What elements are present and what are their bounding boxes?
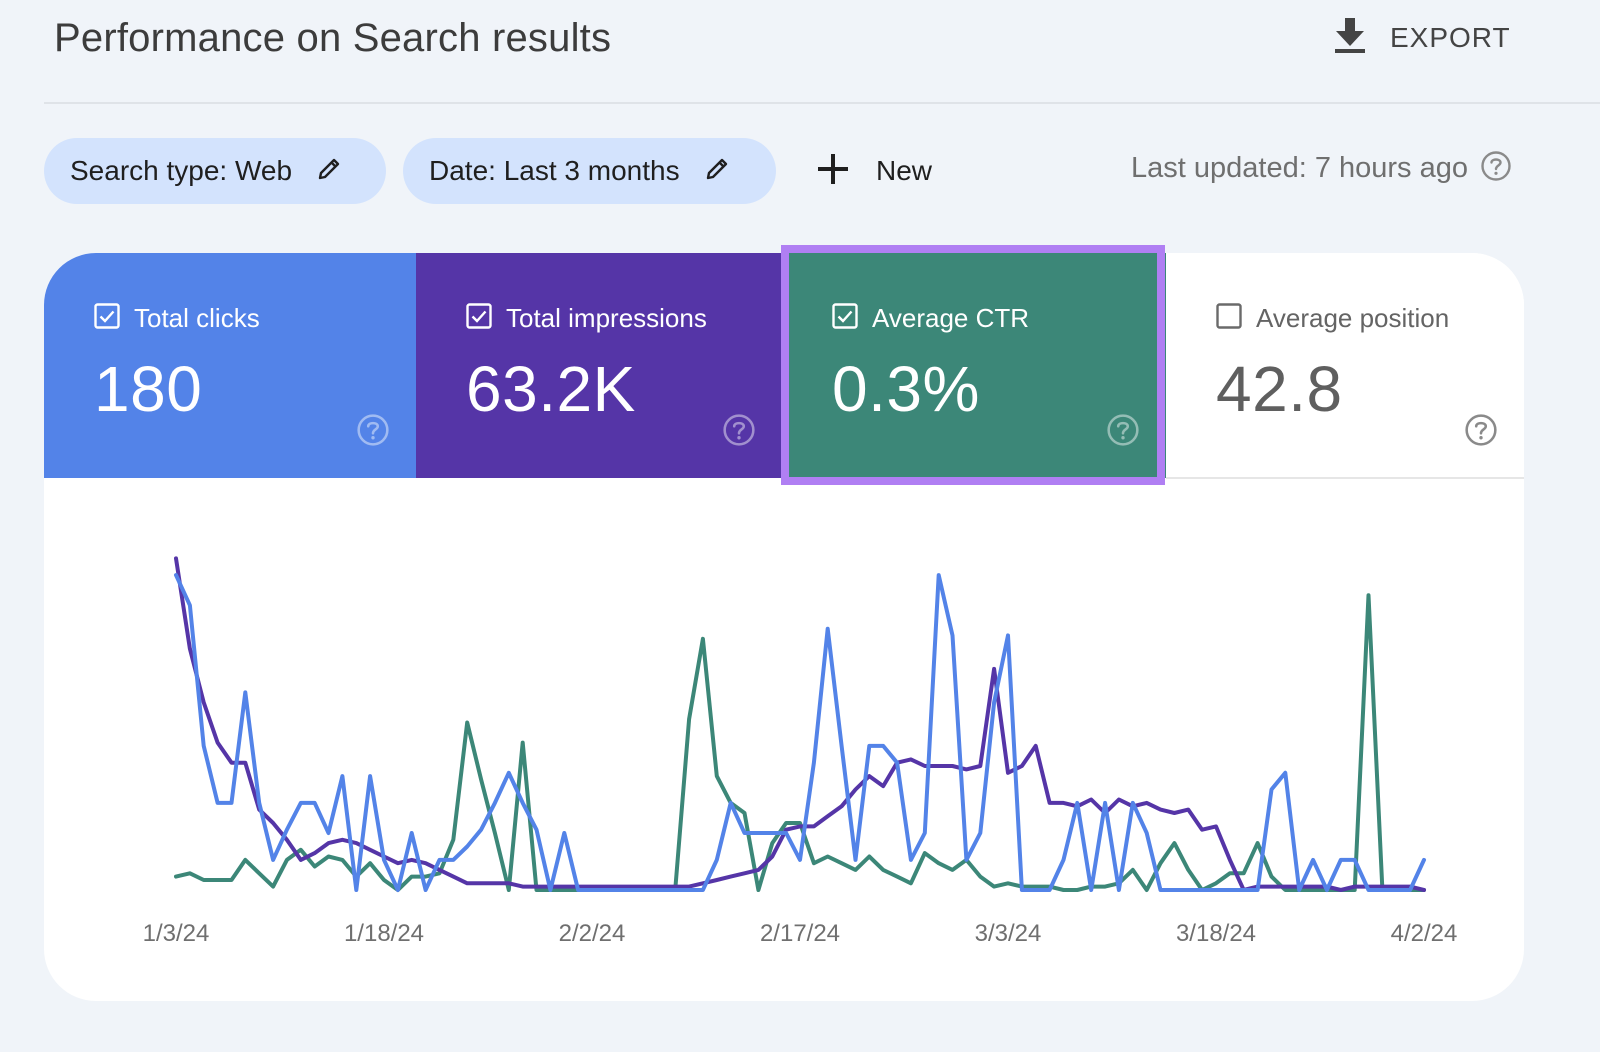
- pencil-icon: [704, 156, 730, 187]
- x-tick-label: 1/18/24: [344, 920, 424, 947]
- series-layer: [174, 556, 1426, 892]
- header-divider: [44, 102, 1600, 104]
- x-tick-label: 2/17/24: [760, 920, 840, 947]
- help-icon[interactable]: [1480, 150, 1512, 187]
- download-icon: [1334, 17, 1366, 59]
- plus-icon: [816, 152, 850, 191]
- new-filter-button[interactable]: New: [816, 146, 932, 196]
- last-updated: Last updated: 7 hours ago: [1131, 150, 1512, 187]
- x-tick-label: 4/2/24: [1391, 920, 1458, 947]
- series-line-total-clicks[interactable]: [174, 573, 1426, 892]
- x-tick-label: 3/3/24: [975, 920, 1042, 947]
- performance-line-chart[interactable]: 1/3/24 1/18/24 2/2/24 2/17/24 3/3/24 3/18/24 4…: [44, 253, 1524, 1001]
- page-title: Performance on Search results: [54, 16, 612, 60]
- date-filter-chip[interactable]: Date: Last 3 months: [403, 138, 776, 204]
- search-type-filter-chip[interactable]: Search type: Web: [44, 138, 386, 204]
- chip-label: Search type: Web: [70, 155, 293, 186]
- last-updated-text: Last updated: 7 hours ago: [1131, 152, 1468, 184]
- x-tick-label: 1/3/24: [143, 920, 210, 947]
- x-tick-label: 2/2/24: [559, 920, 626, 947]
- export-button[interactable]: EXPORT: [1334, 14, 1511, 62]
- performance-card: Total clicks 180 Total impressions 63.2K: [44, 253, 1524, 1001]
- new-label: New: [876, 155, 933, 186]
- x-axis-ticks: 1/3/24 1/18/24 2/2/24 2/17/24 3/3/24 3/18/24 4…: [143, 920, 1458, 947]
- x-tick-label: 3/18/24: [1176, 920, 1256, 947]
- pencil-icon: [316, 156, 342, 187]
- chip-label: Date: Last 3 months: [429, 155, 680, 186]
- export-label: EXPORT: [1390, 22, 1511, 53]
